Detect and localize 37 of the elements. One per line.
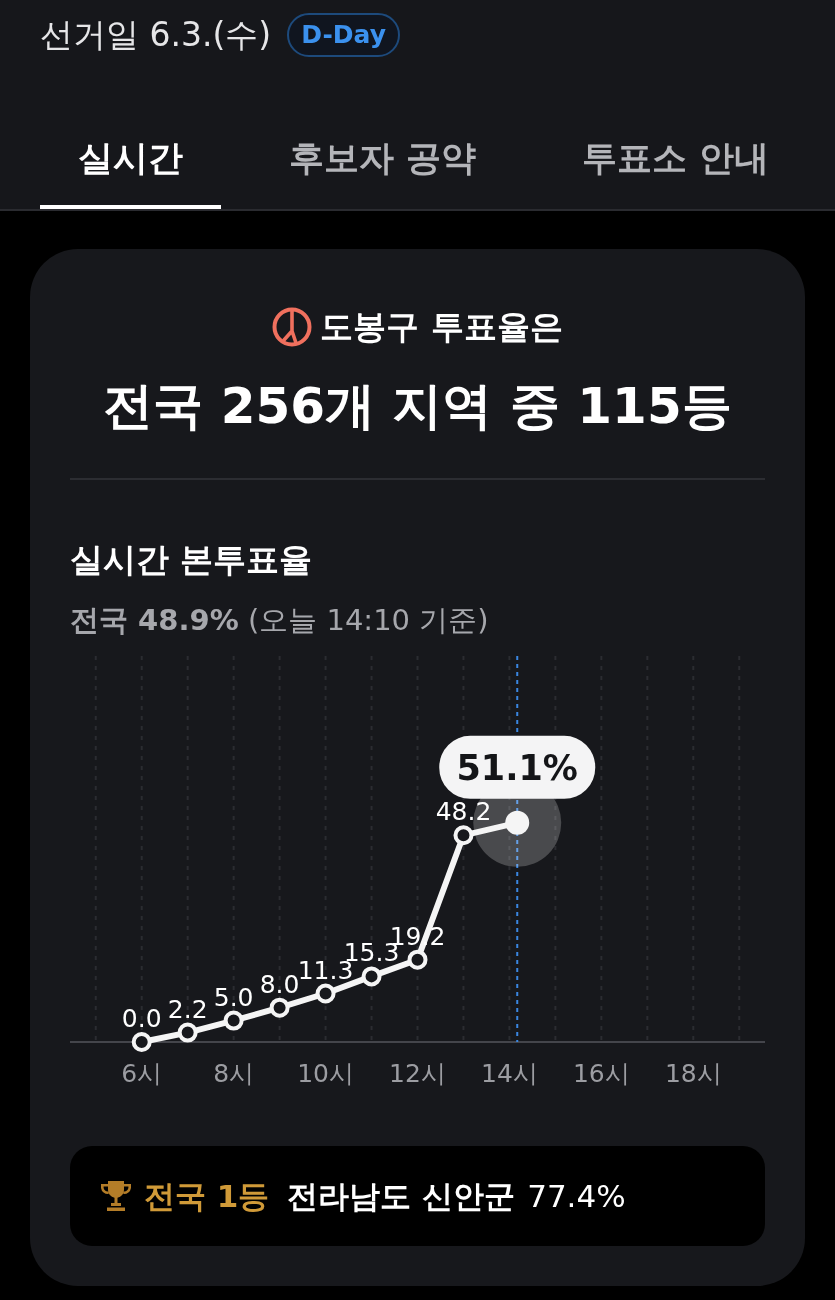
data-point: [505, 810, 530, 835]
rank-headline: 전국 256개 지역 중 115등: [102, 376, 733, 437]
section-title: 실시간 본투표율: [70, 539, 314, 581]
data-label: 8.0: [259, 969, 300, 999]
axis-label: 10시: [297, 1059, 354, 1088]
axis-label: 16시: [572, 1059, 630, 1088]
region-turnout-heading: 도봉구 투표율은: [320, 306, 563, 348]
axis-label: 6시: [121, 1059, 163, 1088]
data-label: 5.0: [213, 982, 254, 1012]
election-date: 선거일 6.3.(수): [40, 14, 272, 56]
ballot-stamp-icon: [272, 307, 313, 347]
data-label: 48.2: [435, 797, 492, 827]
tab[interactable]: 투표소 안내: [544, 113, 808, 209]
data-label: 2.2: [167, 994, 208, 1024]
data-point: [361, 966, 382, 987]
data-point: [453, 825, 474, 846]
data-label: 0.0: [121, 1004, 162, 1033]
tab[interactable]: 후보자 공약: [251, 113, 515, 209]
data-point: [269, 997, 290, 1018]
turnout-summary: 전국 48.9% (오늘 14:10 기준): [70, 602, 490, 639]
trophy-icon: [100, 1180, 132, 1212]
region-name: 전라남도 신안군: [287, 1176, 516, 1216]
data-point: [131, 1032, 152, 1052]
axis-label: 18시: [664, 1059, 722, 1088]
axis-label: 8시: [213, 1059, 255, 1088]
annotation: 51.1%: [456, 747, 578, 788]
tab[interactable]: 실시간: [40, 113, 221, 209]
turnout-rate: 77.4%: [527, 1176, 626, 1216]
data-point: [315, 983, 336, 1004]
data-point: [223, 1010, 244, 1031]
d-day-badge: D-Day: [287, 13, 400, 57]
value-tooltip: 51.1%: [439, 735, 596, 799]
axis-label: 12시: [389, 1059, 446, 1088]
axis-label: 14시: [481, 1059, 538, 1088]
rank-label: 전국 1등: [144, 1176, 270, 1216]
data-point: [407, 949, 428, 970]
data-point: [177, 1022, 198, 1043]
